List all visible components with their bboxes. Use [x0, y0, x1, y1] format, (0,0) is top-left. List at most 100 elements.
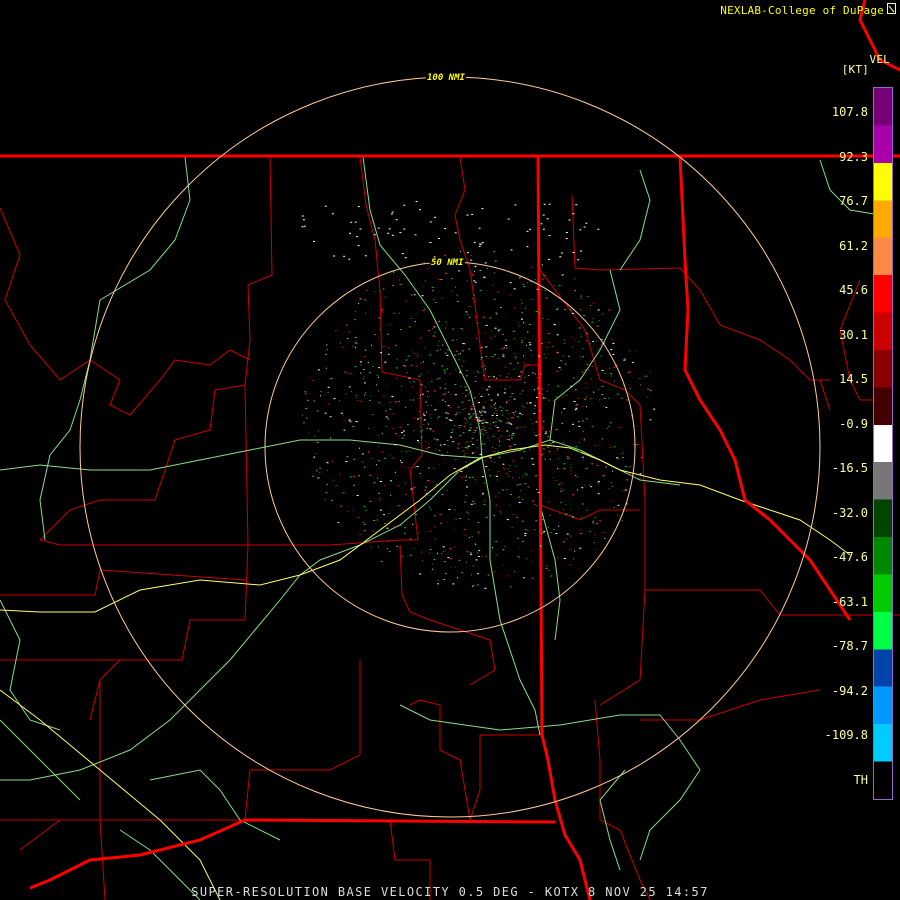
- echo-pixel: [400, 464, 402, 466]
- echo-pixel: [481, 366, 483, 368]
- echo-pixel: [356, 495, 359, 496]
- echo-pixel: [543, 203, 546, 205]
- echo-pixel: [492, 284, 494, 286]
- echo-pixel: [495, 377, 497, 379]
- echo-pixel: [501, 334, 504, 336]
- echo-pixel: [478, 227, 481, 229]
- radar-window: 100 NMI 50 NMI NEXLAB-College of DuPage …: [0, 0, 900, 900]
- echo-pixel: [464, 407, 467, 409]
- echo-pixel: [447, 349, 450, 351]
- echo-pixel: [538, 563, 540, 565]
- echo-pixel: [379, 291, 381, 293]
- echo-pixel: [610, 338, 613, 340]
- echo-pixel: [570, 535, 571, 537]
- echo-pixel: [415, 201, 418, 202]
- echo-pixel: [465, 479, 467, 481]
- echo-pixel: [605, 466, 607, 468]
- echo-pixel: [502, 463, 505, 465]
- echo-pixel: [480, 449, 483, 450]
- echo-pixel: [556, 396, 558, 398]
- echo-pixel: [384, 484, 386, 486]
- echo-pixel: [550, 575, 553, 577]
- echo-pixel: [570, 508, 572, 510]
- echo-pixel: [575, 404, 577, 406]
- echo-pixel: [474, 543, 476, 545]
- echo-pixel: [492, 435, 495, 437]
- echo-pixel: [475, 559, 478, 561]
- echo-pixel: [572, 516, 575, 518]
- echo-pixel: [509, 439, 511, 441]
- echo-pixel: [628, 383, 630, 385]
- echo-pixel: [466, 280, 468, 282]
- echo-pixel: [519, 546, 521, 548]
- echo-pixel: [472, 414, 474, 416]
- echo-pixel: [513, 443, 514, 445]
- echo-pixel: [454, 384, 457, 385]
- echo-pixel: [446, 489, 448, 491]
- echo-pixel: [359, 447, 360, 449]
- echo-pixel: [378, 445, 380, 447]
- echo-pixel: [574, 550, 576, 552]
- credit-text[interactable]: NEXLAB-College of DuPage: [720, 4, 884, 17]
- echo-pixel: [443, 579, 445, 580]
- echo-pixel: [512, 477, 514, 479]
- echo-pixel: [476, 447, 479, 449]
- echo-pixel: [319, 395, 321, 397]
- echo-pixel: [436, 350, 439, 352]
- echo-pixel: [486, 389, 489, 391]
- radar-map[interactable]: [0, 0, 900, 900]
- echo-pixel: [378, 376, 379, 378]
- echo-pixel: [426, 268, 429, 270]
- echo-pixel: [639, 477, 641, 479]
- echo-pixel: [485, 368, 487, 370]
- echo-pixel: [541, 381, 543, 383]
- echo-pixel: [472, 298, 474, 299]
- echo-pixel: [412, 523, 414, 525]
- echo-pixel: [500, 410, 503, 412]
- echo-pixel: [404, 482, 406, 484]
- echo-pixel: [455, 369, 457, 371]
- echo-pixel: [558, 352, 560, 354]
- echo-pixel: [414, 486, 416, 488]
- external-link-icon[interactable]: [887, 3, 897, 15]
- echo-pixel: [497, 329, 500, 331]
- echo-pixel: [465, 511, 468, 513]
- echo-pixel: [396, 545, 398, 547]
- echo-pixel: [542, 397, 545, 399]
- color-scale-label: -78.7: [831, 639, 868, 653]
- echo-pixel: [622, 508, 624, 510]
- echo-pixel: [594, 517, 596, 519]
- echo-pixel: [370, 546, 372, 548]
- echo-pixel: [378, 460, 381, 462]
- echo-pixel: [642, 453, 644, 455]
- echo-pixel: [558, 525, 560, 527]
- echo-pixel: [462, 350, 464, 352]
- echo-pixel: [605, 407, 608, 408]
- color-scale-label: -0.9: [839, 416, 868, 431]
- echo-pixel: [399, 547, 401, 549]
- echo-pixel: [390, 323, 392, 325]
- echo-pixel: [369, 399, 371, 401]
- echo-pixel: [547, 526, 549, 528]
- echo-pixel: [368, 451, 369, 453]
- echo-pixel: [357, 206, 360, 208]
- echo-pixel: [499, 445, 500, 447]
- echo-pixel: [372, 414, 373, 415]
- color-scale-label: 107.8: [831, 105, 868, 119]
- echo-pixel: [474, 430, 477, 431]
- echo-pixel: [509, 386, 511, 388]
- echo-pixel: [426, 411, 428, 413]
- echo-pixel: [435, 302, 437, 303]
- echo-pixel: [363, 523, 366, 525]
- echo-pixel: [308, 432, 310, 434]
- echo-pixel: [333, 398, 336, 400]
- echo-pixel: [454, 475, 456, 477]
- echo-pixel: [586, 396, 588, 398]
- echo-pixel: [489, 439, 491, 441]
- echo-pixel: [433, 299, 435, 300]
- echo-pixel: [550, 532, 552, 534]
- echo-pixel: [522, 475, 524, 477]
- echo-pixel: [465, 375, 468, 377]
- range-ring-100nmi: [79, 76, 821, 818]
- echo-pixel: [546, 346, 549, 348]
